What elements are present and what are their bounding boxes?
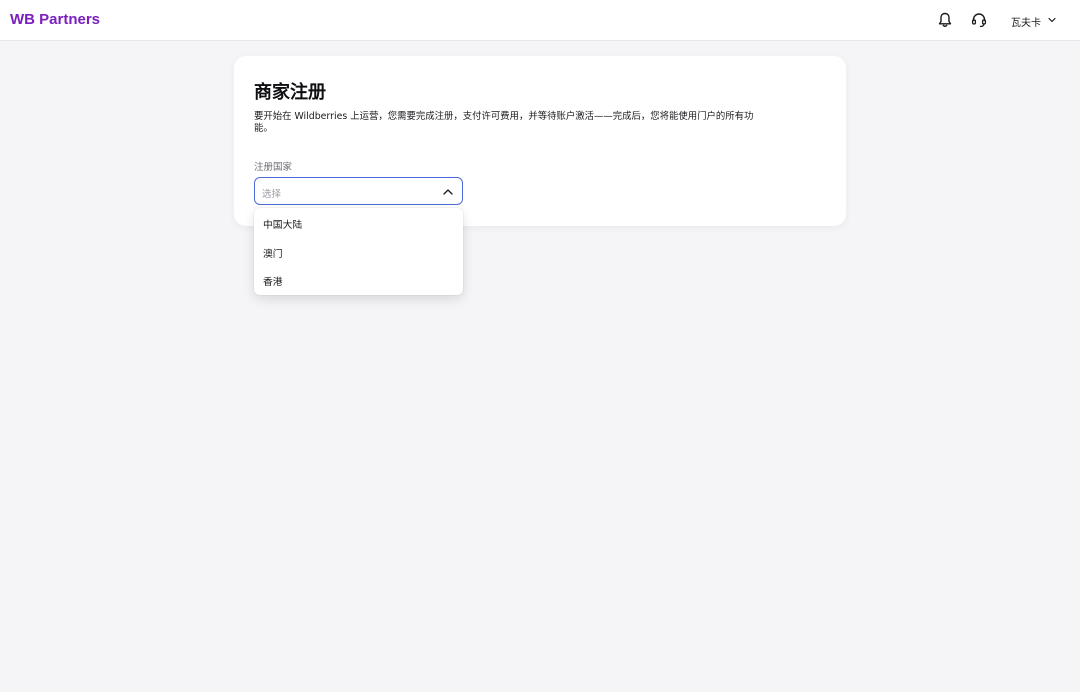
country-select[interactable]: 选择	[254, 177, 463, 205]
registration-description: 要开始在 Wildberries 上运营，您需要完成注册，支付许可费用，并等待账…	[254, 111, 754, 134]
chevron-up-icon	[442, 186, 454, 198]
country-select-placeholder: 选择	[262, 189, 282, 200]
top-bar: WB Partners 瓦夫卡	[0, 0, 1080, 41]
headset-icon[interactable]	[970, 11, 988, 29]
user-name: 瓦夫卡	[1011, 17, 1041, 29]
country-dropdown: 中国大陆 澳门 香港	[254, 208, 463, 295]
country-option-macau[interactable]: 澳门	[254, 239, 463, 268]
chevron-down-icon	[1047, 15, 1057, 28]
country-field-label: 注册国家	[254, 162, 293, 173]
registration-card: 商家注册 要开始在 Wildberries 上运营，您需要完成注册，支付许可费用…	[234, 56, 846, 226]
logo[interactable]: WB Partners	[10, 11, 100, 28]
country-option-mainland-china[interactable]: 中国大陆	[254, 210, 463, 239]
country-option-hong-kong[interactable]: 香港	[254, 267, 463, 296]
user-menu[interactable]: 瓦夫卡	[1011, 13, 1057, 29]
page-title: 商家注册	[254, 82, 326, 103]
bell-icon[interactable]	[936, 11, 954, 29]
